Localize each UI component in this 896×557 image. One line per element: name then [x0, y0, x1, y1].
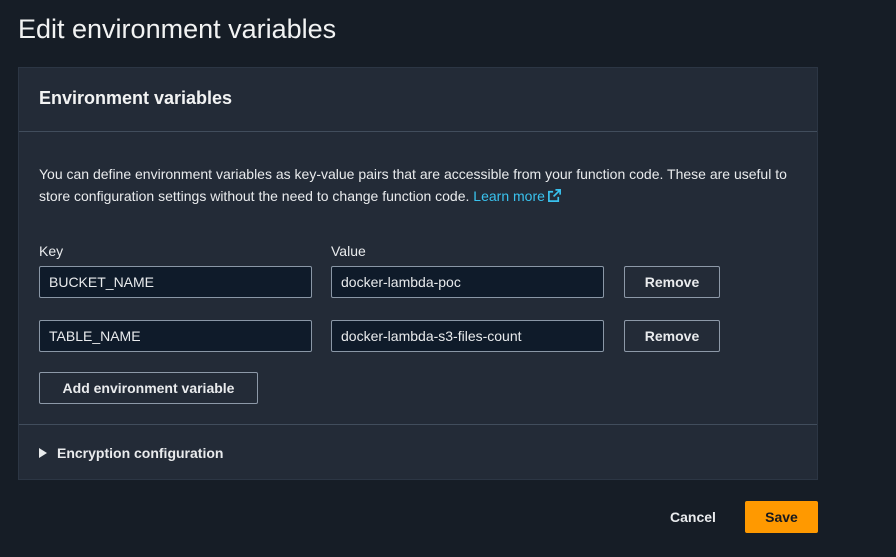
page-title: Edit environment variables [18, 14, 337, 44]
panel-header: Environment variables [19, 68, 817, 132]
encryption-configuration-label: Encryption configuration [57, 445, 224, 461]
learn-more-link[interactable]: Learn more [473, 188, 562, 204]
description-text: You can define environment variables as … [39, 166, 787, 204]
value-label: Value [331, 243, 366, 259]
section-divider [19, 424, 817, 425]
panel-title: Environment variables [39, 88, 233, 108]
save-button[interactable]: Save [745, 501, 818, 533]
learn-more-label: Learn more [473, 188, 545, 204]
caret-right-icon [39, 448, 47, 458]
key-label: Key [39, 243, 64, 259]
encryption-configuration-toggle[interactable]: Encryption configuration [39, 445, 223, 461]
key-input-2[interactable] [39, 320, 312, 352]
add-environment-variable-button[interactable]: Add environment variable [39, 372, 258, 404]
remove-button-2[interactable]: Remove [624, 320, 720, 352]
remove-button-1[interactable]: Remove [624, 266, 720, 298]
external-link-icon [547, 189, 561, 202]
environment-variables-panel: Environment variables You can define env… [18, 67, 818, 480]
panel-description: You can define environment variables as … [39, 163, 809, 207]
cancel-button[interactable]: Cancel [654, 501, 732, 533]
value-input-2[interactable] [331, 320, 604, 352]
key-input-1[interactable] [39, 266, 312, 298]
value-input-1[interactable] [331, 266, 604, 298]
